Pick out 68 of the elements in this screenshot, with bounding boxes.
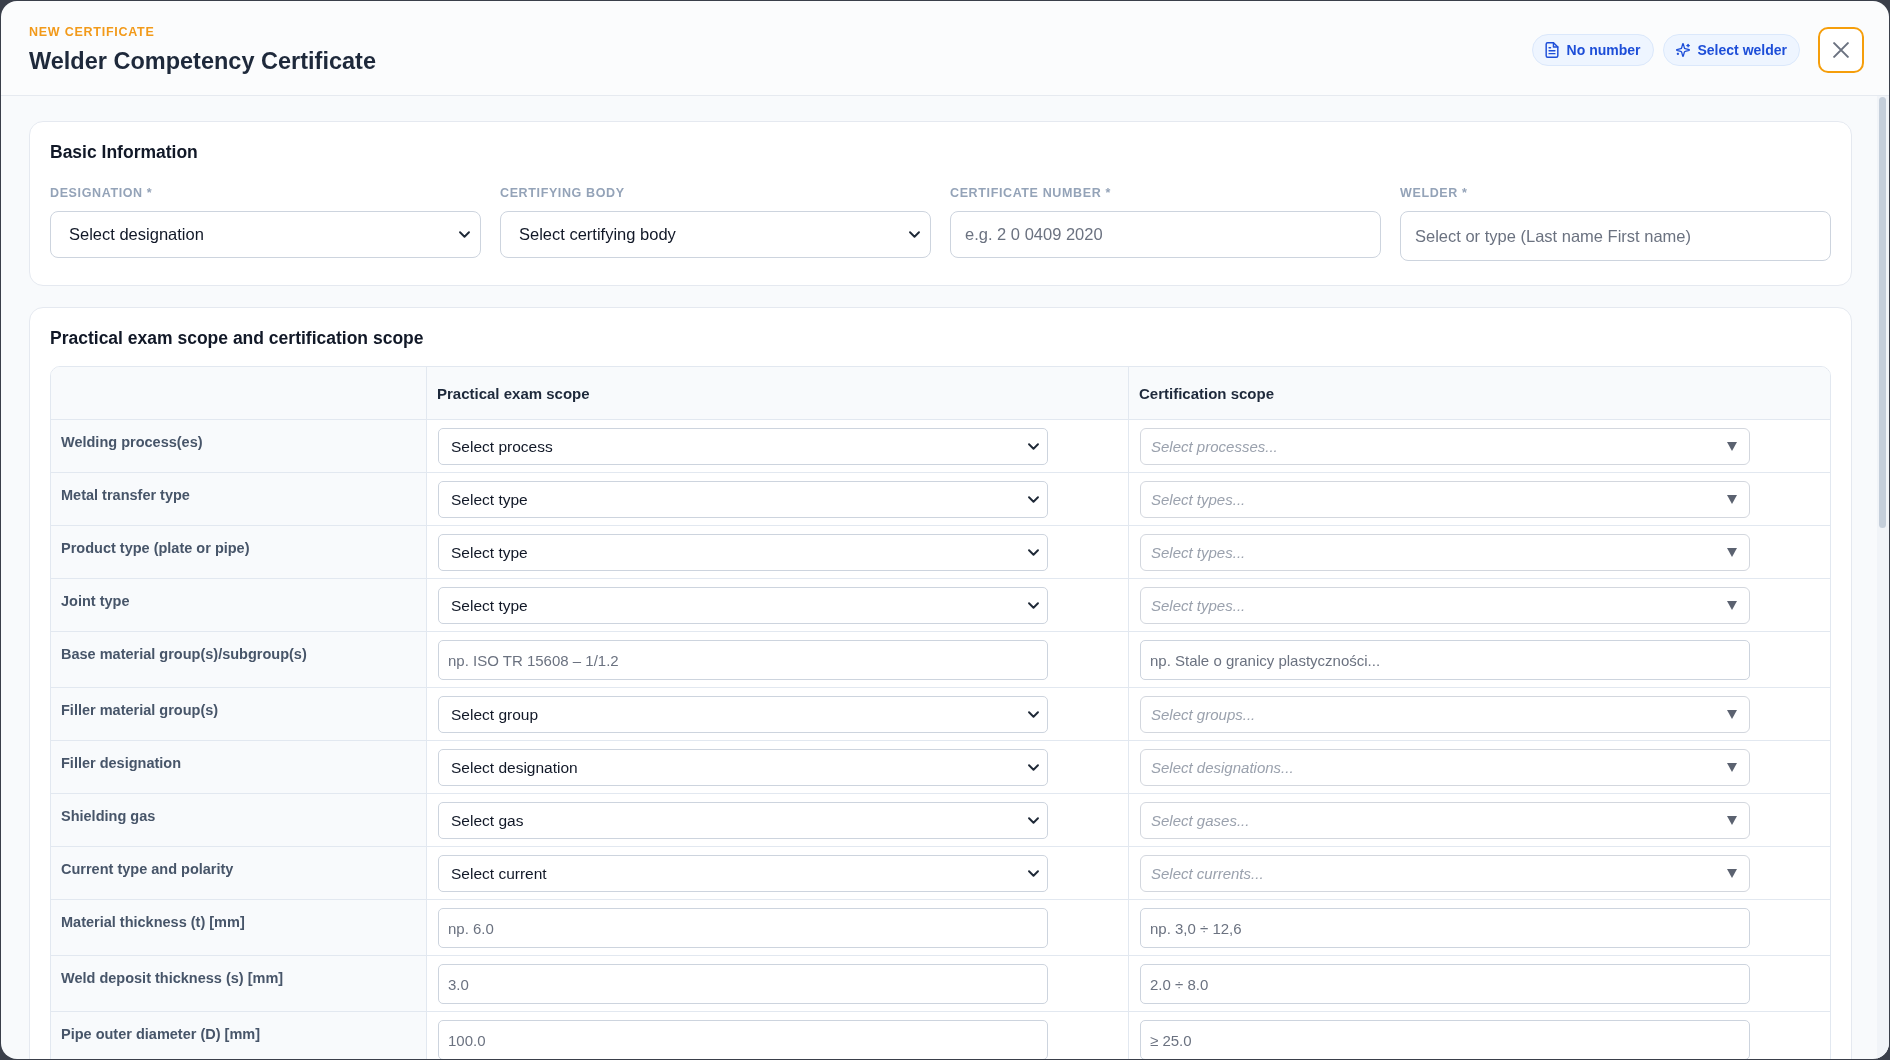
- caret-down-icon: [1727, 763, 1737, 772]
- caret-down-icon: [1727, 869, 1737, 878]
- dropdown-select[interactable]: Select designation: [438, 749, 1048, 786]
- eyebrow-label: NEW CERTIFICATE: [29, 25, 155, 40]
- field-label: CERTIFICATE NUMBER *: [950, 186, 1112, 201]
- dropdown-select[interactable]: Select gas: [438, 802, 1048, 839]
- dropdown-select[interactable]: Select current: [438, 855, 1048, 892]
- sparkle-icon: [1675, 42, 1690, 58]
- field-label: CERTIFYING BODY: [500, 186, 626, 201]
- caret-down-icon: [1727, 710, 1737, 719]
- text-input[interactable]: 3.0: [438, 964, 1048, 1004]
- dropdown-select[interactable]: Select process: [438, 428, 1048, 465]
- scrollbar-thumb[interactable]: [1879, 97, 1886, 528]
- caret-down-icon: [1727, 495, 1737, 504]
- chevron-down-icon: [1028, 549, 1039, 556]
- row-label: Product type (plate or pipe): [51, 526, 426, 578]
- field-label: DESIGNATION *: [50, 186, 154, 201]
- chevron-down-icon: [1028, 870, 1039, 877]
- text-input[interactable]: Select or type (Last name First name): [1400, 211, 1831, 261]
- row-label: Joint type: [51, 579, 426, 631]
- dropdown-select[interactable]: Select designation: [50, 211, 481, 258]
- row-label: Filler material group(s): [51, 688, 426, 740]
- text-input[interactable]: e.g. 2 0 0409 2020: [950, 211, 1381, 258]
- text-input[interactable]: 100.0: [438, 1020, 1048, 1059]
- text-input[interactable]: np. ISO TR 15608 – 1/1.2: [438, 640, 1048, 680]
- chevron-down-icon: [1028, 602, 1039, 609]
- section-title: Practical exam scope and certification scope: [50, 328, 425, 348]
- section-title: Basic Information: [50, 142, 199, 162]
- text-input[interactable]: np. 6.0: [438, 908, 1048, 948]
- close-button[interactable]: [1818, 27, 1864, 73]
- dropdown-select[interactable]: Select type: [438, 534, 1048, 571]
- chevron-down-icon: [909, 231, 920, 238]
- scrollbar[interactable]: [1877, 96, 1889, 1059]
- field-label: WELDER *: [1400, 186, 1469, 201]
- caret-down-icon: [1727, 442, 1737, 451]
- dropdown-select[interactable]: Select group: [438, 696, 1048, 733]
- dropdown-select[interactable]: Select certifying body: [500, 211, 931, 258]
- text-input[interactable]: ≥ 25.0: [1140, 1020, 1750, 1059]
- action-button[interactable]: No number: [1531, 34, 1654, 66]
- text-input[interactable]: 2.0 ÷ 8.0: [1140, 964, 1750, 1004]
- chevron-down-icon: [459, 231, 470, 238]
- column-header: Certification scope: [1128, 367, 1830, 419]
- caret-down-icon: [1727, 816, 1737, 825]
- chevron-down-icon: [1028, 764, 1039, 771]
- chevron-down-icon: [1028, 817, 1039, 824]
- chevron-down-icon: [1028, 443, 1039, 450]
- row-label: Metal transfer type: [51, 473, 426, 525]
- chevron-down-icon: [1028, 496, 1039, 503]
- dropdown-select[interactable]: Select type: [438, 481, 1048, 518]
- row-label: Welding process(es): [51, 420, 426, 472]
- action-button[interactable]: Select welder: [1662, 34, 1800, 66]
- row-label: Base material group(s)/subgroup(s): [51, 632, 426, 687]
- dropdown-select[interactable]: Select type: [438, 587, 1048, 624]
- row-label: Pipe outer diameter (D) [mm]: [51, 1012, 426, 1059]
- column-header: Practical exam scope: [426, 367, 1128, 419]
- document-icon: [1544, 42, 1559, 58]
- row-label: Shielding gas: [51, 794, 426, 846]
- row-label: Material thickness (t) [mm]: [51, 900, 426, 955]
- close-icon: [1833, 42, 1849, 58]
- row-label: Weld deposit thickness (s) [mm]: [51, 956, 426, 1011]
- modal-title: Welder Competency Certificate: [29, 47, 376, 75]
- caret-down-icon: [1727, 601, 1737, 610]
- text-input[interactable]: np. 3,0 ÷ 12,6: [1140, 908, 1750, 948]
- row-label: Current type and polarity: [51, 847, 426, 899]
- chevron-down-icon: [1028, 711, 1039, 718]
- caret-down-icon: [1727, 548, 1737, 557]
- text-input[interactable]: np. Stale o granicy plastyczności...: [1140, 640, 1750, 680]
- row-label: Filler designation: [51, 741, 426, 793]
